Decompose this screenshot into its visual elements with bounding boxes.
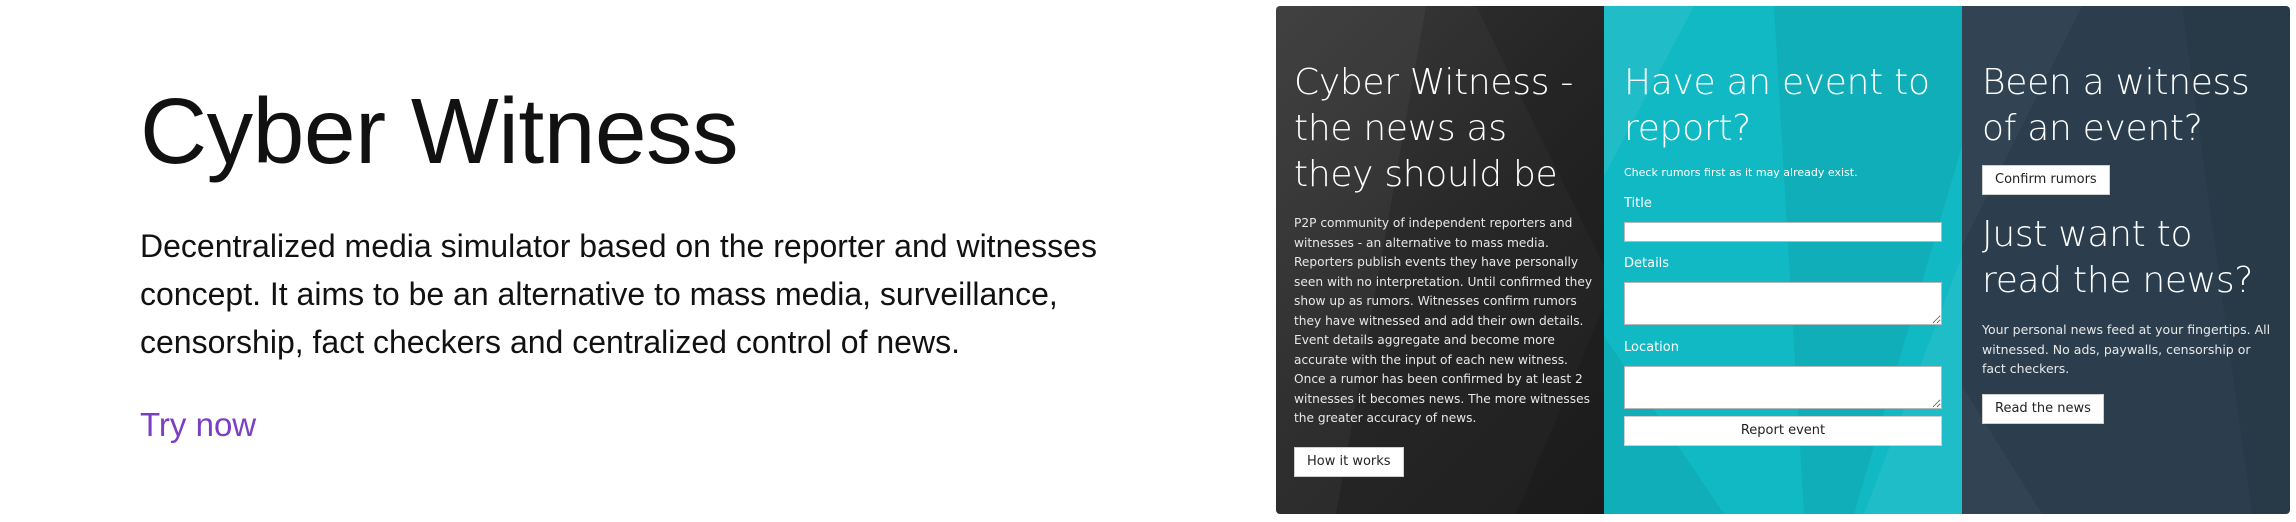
report-heading: Have an event to report? (1624, 62, 1930, 149)
read-heading: Just want to read the news? (1982, 214, 2254, 301)
title-input[interactable] (1624, 222, 1942, 242)
about-heading: Cyber Witness - the news as they should … (1294, 62, 1574, 195)
page-title: Cyber Witness (140, 79, 739, 183)
report-event-button[interactable]: Report event (1624, 416, 1942, 446)
witness-column: Been a witness of an event? Confirm rumo… (1962, 6, 2290, 514)
details-label: Details (1624, 256, 1670, 271)
app-preview: Cyber Witness - the news as they should … (1276, 6, 2290, 514)
title-label: Title (1624, 196, 1652, 211)
about-column: Cyber Witness - the news as they should … (1276, 6, 1604, 514)
witness-heading: Been a witness of an event? (1982, 62, 2250, 149)
location-textarea[interactable] (1624, 366, 1942, 409)
location-label: Location (1624, 340, 1679, 355)
hero-description: Decentralized media simulator based on t… (140, 228, 1097, 360)
report-column: Have an event to report? Check rumors fi… (1604, 6, 1962, 514)
how-it-works-button[interactable]: How it works (1294, 447, 1404, 477)
try-now-link[interactable]: Try now (140, 406, 256, 444)
read-body: Your personal news feed at your fingerti… (1982, 322, 2271, 376)
read-the-news-button[interactable]: Read the news (1982, 394, 2104, 424)
details-textarea[interactable] (1624, 282, 1942, 325)
report-hint: Check rumors first as it may already exi… (1624, 166, 1858, 179)
about-body: P2P community of independent reporters a… (1294, 216, 1593, 425)
confirm-rumors-button[interactable]: Confirm rumors (1982, 165, 2110, 195)
